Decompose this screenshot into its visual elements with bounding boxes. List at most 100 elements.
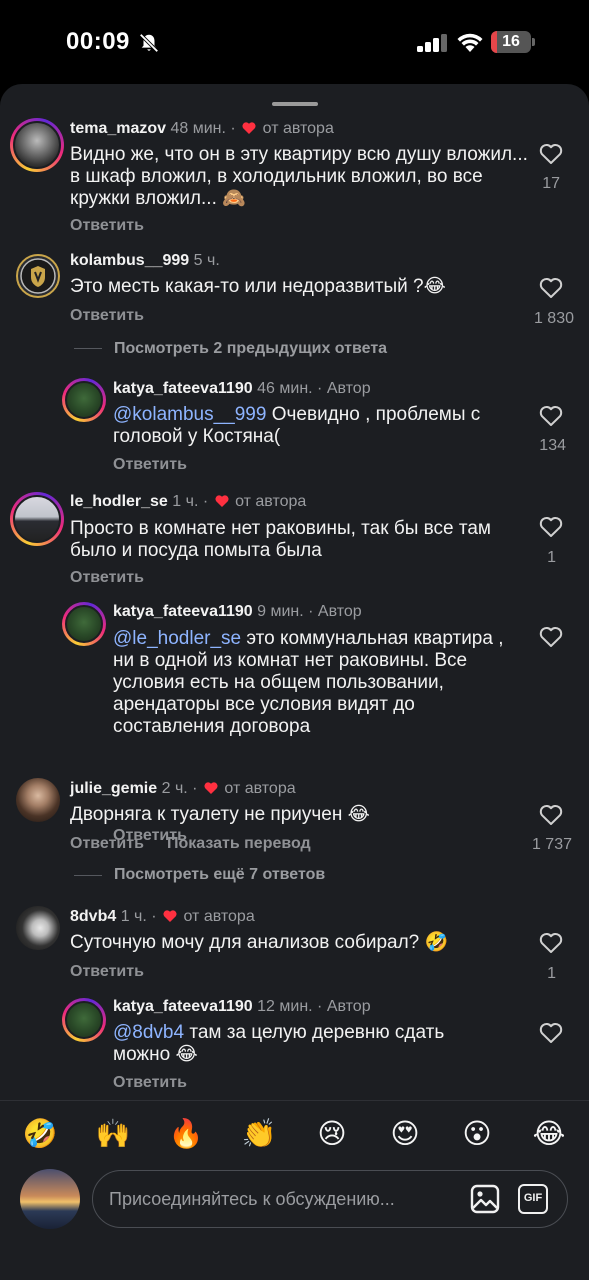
reply-button[interactable]: Ответить [70, 307, 144, 325]
comment-input-placeholder: Присоединяйтесь к обсуждению... [109, 1189, 395, 1209]
comment-time: 1 ч. [120, 908, 147, 925]
comment-meta: katya_fateeva1190 46 мин. · Автор [113, 380, 371, 397]
heart-outline-icon[interactable] [539, 1022, 563, 1044]
emoji-rofl-button[interactable]: 🤣 [22, 1117, 58, 1151]
comment-meta: 8dvb4 1 ч. · от автора [70, 908, 255, 925]
view-previous-replies-button[interactable]: Посмотреть 2 предыдущих ответа [114, 340, 387, 358]
comment-username[interactable]: kolambus__999 [70, 252, 189, 269]
reply-button[interactable]: Ответить [113, 456, 187, 474]
comment-time: 9 мин. [257, 603, 304, 620]
comment-text: Видно же, что он в эту квартиру всю душу… [70, 144, 528, 209]
comment-username[interactable]: katya_fateeva1190 [113, 998, 253, 1015]
comment-time: 2 ч. [161, 780, 188, 797]
comment-username[interactable]: le_hodler_se [70, 493, 168, 510]
wifi-icon [457, 33, 483, 52]
avatar[interactable] [62, 378, 106, 422]
heart-outline-icon[interactable] [539, 143, 563, 165]
comment-time: 12 мин. [257, 998, 313, 1015]
comment-username[interactable]: julie_gemie [70, 780, 157, 797]
comment-username[interactable]: katya_fateeva1190 [113, 603, 253, 620]
comment-text: @8dvb4 там за целую деревню сдать можно … [113, 1022, 445, 1065]
reply-button[interactable]: Ответить [70, 217, 144, 235]
bell-off-icon [139, 33, 159, 53]
emoji-joy-button[interactable]: 😂 [531, 1117, 567, 1151]
image-icon[interactable] [470, 1184, 500, 1214]
mention-link[interactable]: @le_hodler_se [113, 628, 241, 649]
signal-icon [417, 34, 447, 52]
heart-outline-icon[interactable] [539, 626, 563, 648]
emoji-fire-button[interactable]: 🔥 [168, 1117, 204, 1151]
status-bar: 00:09 16 [0, 0, 589, 86]
author-badge: Автор [326, 380, 371, 397]
emoji-wow-button[interactable]: 😮 [459, 1117, 495, 1151]
heart-outline-icon[interactable] [539, 932, 563, 954]
like-count: 17 [542, 175, 560, 192]
comment-time: 5 ч. [193, 252, 220, 269]
translate-button[interactable]: Показать перевод [167, 835, 311, 853]
author-badge: Автор [326, 998, 371, 1015]
author-liked-badge: от автора [183, 908, 255, 925]
heart-icon [163, 910, 177, 922]
gif-icon[interactable]: GIF [518, 1184, 548, 1214]
avatar[interactable] [16, 906, 60, 950]
heart-icon [215, 495, 229, 507]
status-time: 00:09 [66, 28, 130, 55]
author-liked-badge: от автора [224, 780, 296, 797]
comment-username[interactable]: tema_mazov [70, 120, 166, 137]
comment-time: 48 мин. [170, 120, 226, 137]
reply-button[interactable]: Ответить [113, 1074, 187, 1092]
avatar[interactable] [62, 602, 106, 646]
author-badge: Автор [317, 603, 362, 620]
heart-icon [242, 122, 256, 134]
like-count: 1 737 [531, 836, 572, 853]
avatar[interactable] [10, 492, 64, 546]
comment-meta: katya_fateeva1190 12 мин. · Автор [113, 998, 371, 1015]
comment-meta: katya_fateeva1190 9 мин. · Автор [113, 603, 362, 620]
heart-outline-icon[interactable] [539, 516, 563, 538]
sheet-drag-handle[interactable] [272, 102, 318, 106]
like-count: 1 830 [533, 310, 574, 327]
reply-button[interactable]: Ответить [70, 963, 144, 981]
comment-meta: le_hodler_se 1 ч. · от автора [70, 493, 307, 510]
reply-button[interactable]: Ответить [70, 835, 144, 853]
avatar[interactable] [10, 118, 64, 172]
avatar[interactable] [16, 778, 60, 822]
reply-button[interactable]: Ответить [70, 569, 144, 587]
comment-text: @le_hodler_se это коммунальная квартира … [113, 628, 504, 737]
heart-icon [204, 782, 218, 794]
comment-composer: Присоединяйтесь к обсуждению... GIF [0, 1169, 589, 1280]
heart-outline-icon[interactable] [539, 405, 563, 427]
mention-link[interactable]: @8dvb4 [113, 1022, 184, 1043]
comment-text: Просто в комнате нет раковины, так бы вс… [70, 518, 491, 561]
comment-meta: julie_gemie 2 ч. · от автора [70, 780, 296, 797]
gif-label: GIF [523, 1192, 543, 1204]
heart-outline-icon[interactable] [539, 804, 563, 826]
author-liked-badge: от автора [235, 493, 307, 510]
comment-time: 46 мин. [257, 380, 313, 397]
like-count: 134 [539, 437, 566, 454]
battery-icon: 16 [491, 31, 535, 53]
my-avatar [20, 1169, 80, 1229]
comment-meta: kolambus__999 5 ч. [70, 252, 220, 270]
emoji-clap-button[interactable]: 👏 [241, 1117, 277, 1151]
emoji-cry-button[interactable]: 😢 [314, 1117, 350, 1151]
quick-emoji-bar: 🤣 🙌 🔥 👏 😢 😍 😮 😂 [0, 1100, 589, 1170]
thread-line [74, 875, 102, 876]
view-more-replies-button[interactable]: Посмотреть ещё 7 ответов [114, 866, 325, 884]
thread-line [74, 348, 102, 349]
comment-text: @kolambus__999 Очевидно , проблемы с гол… [113, 404, 481, 447]
avatar[interactable] [62, 998, 106, 1042]
comment-text: Суточную мочу для анализов собирал? 🤣 [70, 932, 449, 953]
comment-username[interactable]: 8dvb4 [70, 908, 116, 925]
mention-link[interactable]: @kolambus__999 [113, 404, 266, 425]
emoji-heart-eyes-button[interactable]: 😍 [387, 1117, 423, 1151]
comment-time: 1 ч. [172, 493, 199, 510]
comment-text: Это месть какая-то или недоразвитый ?😂 [70, 276, 446, 297]
comment-input[interactable]: Присоединяйтесь к обсуждению... GIF [92, 1170, 568, 1228]
avatar[interactable] [16, 254, 60, 298]
emoji-raised-hands-button[interactable]: 🙌 [95, 1117, 131, 1151]
comment-meta: tema_mazov 48 мин. · от автора [70, 120, 334, 137]
heart-outline-icon[interactable] [539, 277, 563, 299]
comment-username[interactable]: katya_fateeva1190 [113, 380, 253, 397]
author-liked-badge: от автора [262, 120, 334, 137]
